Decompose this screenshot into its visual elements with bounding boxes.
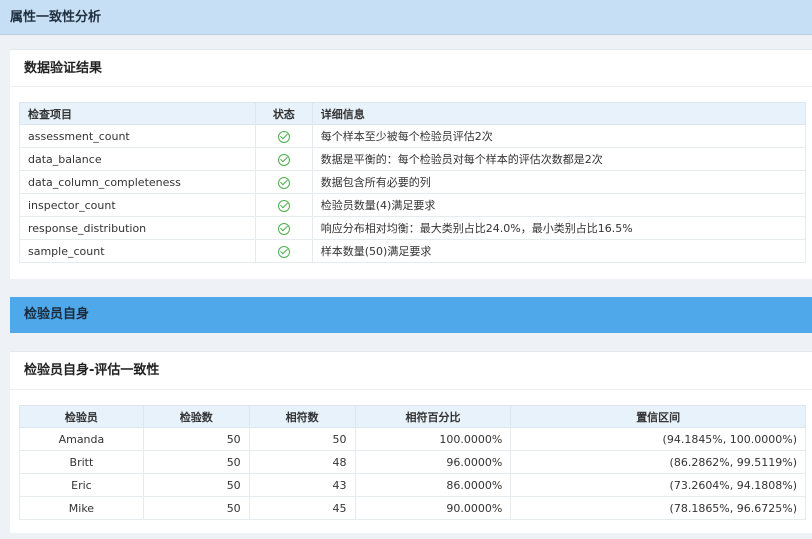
check-item: sample_count <box>19 239 256 263</box>
column-header-count: 检验数 <box>142 405 250 428</box>
column-header-percent: 相符百分比 <box>354 405 512 428</box>
status-cell <box>254 170 313 194</box>
status-cell <box>254 239 313 263</box>
check-item: data_column_completeness <box>19 170 256 194</box>
match-percent: 100.0000% <box>354 427 512 451</box>
table-row: Britt 50 48 96.0000% (86.2862%, 99.5119%… <box>19 450 806 474</box>
check-item: assessment_count <box>19 124 256 148</box>
check-item: response_distribution <box>19 216 256 240</box>
within-agreement-table: 检验员 检验数 相符数 相符百分比 置信区间 Amanda 50 50 100.… <box>19 405 806 520</box>
validation-title: 数据验证结果 <box>10 50 812 87</box>
check-detail: 每个样本至少被每个检验员评估2次 <box>311 124 807 148</box>
status-cell <box>254 124 313 148</box>
column-header-ci: 置信区间 <box>510 405 806 428</box>
column-header-match: 相符数 <box>248 405 356 428</box>
table-row: Amanda 50 50 100.0000% (94.1845%, 100.00… <box>19 427 806 451</box>
check-detail: 样本数量(50)满足要求 <box>311 239 807 263</box>
inspector-name: Amanda <box>19 427 144 451</box>
check-circle-icon <box>277 199 290 212</box>
match-count: 45 <box>248 496 356 520</box>
inspect-count: 50 <box>142 427 250 451</box>
validation-table: 检查项目 状态 详细信息 assessment_count 每个样本至少被每个检… <box>19 102 807 263</box>
table-header-row: 检验员 检验数 相符数 相符百分比 置信区间 <box>19 405 806 428</box>
check-circle-icon <box>277 176 290 189</box>
inspector-name: Britt <box>19 450 144 474</box>
check-detail: 数据是平衡的：每个检验员对每个样本的评估次数都是2次 <box>311 147 807 171</box>
check-circle-icon <box>277 222 290 235</box>
within-agreement-card: 检验员自身-评估一致性 检验员 检验数 相符数 相符百分比 置信区间 Amand… <box>10 351 812 533</box>
within-agreement-title: 检验员自身-评估一致性 <box>10 352 812 390</box>
inspect-count: 50 <box>142 496 250 520</box>
check-detail: 响应分布相对均衡：最大类别占比24.0%，最小类别占比16.5% <box>311 216 807 240</box>
table-row: Eric 50 43 86.0000% (73.2604%, 94.1808%) <box>19 473 806 497</box>
check-circle-icon <box>277 245 290 258</box>
table-row: assessment_count 每个样本至少被每个检验员评估2次 <box>19 124 807 148</box>
inspector-name: Eric <box>19 473 144 497</box>
check-circle-icon <box>277 153 290 166</box>
table-row: Mike 50 45 90.0000% (78.1865%, 96.6725%) <box>19 496 806 520</box>
confidence-interval: (73.2604%, 94.1808%) <box>510 473 806 497</box>
validation-card: 数据验证结果 检查项目 状态 详细信息 assessment_count 每个样… <box>10 49 812 279</box>
check-detail: 数据包含所有必要的列 <box>311 170 807 194</box>
column-header-inspector: 检验员 <box>19 405 144 428</box>
column-header-detail: 详细信息 <box>311 102 807 125</box>
column-header-status: 状态 <box>254 102 313 125</box>
confidence-interval: (86.2862%, 99.5119%) <box>510 450 806 474</box>
confidence-interval: (94.1845%, 100.0000%) <box>510 427 806 451</box>
match-percent: 96.0000% <box>354 450 512 474</box>
match-count: 50 <box>248 427 356 451</box>
match-percent: 90.0000% <box>354 496 512 520</box>
section-banner-inspector-self: 检验员自身 <box>10 297 812 333</box>
match-count: 43 <box>248 473 356 497</box>
match-percent: 86.0000% <box>354 473 512 497</box>
status-cell <box>254 147 313 171</box>
match-count: 48 <box>248 450 356 474</box>
check-item: data_balance <box>19 147 256 171</box>
check-item: inspector_count <box>19 193 256 217</box>
table-row: response_distribution 响应分布相对均衡：最大类别占比24.… <box>19 216 807 240</box>
table-row: inspector_count 检验员数量(4)满足要求 <box>19 193 807 217</box>
status-cell <box>254 193 313 217</box>
status-cell <box>254 216 313 240</box>
check-detail: 检验员数量(4)满足要求 <box>311 193 807 217</box>
page-title: 属性一致性分析 <box>0 0 812 35</box>
check-circle-icon <box>277 130 290 143</box>
inspector-name: Mike <box>19 496 144 520</box>
table-row: data_column_completeness 数据包含所有必要的列 <box>19 170 807 194</box>
confidence-interval: (78.1865%, 96.6725%) <box>510 496 806 520</box>
table-row: data_balance 数据是平衡的：每个检验员对每个样本的评估次数都是2次 <box>19 147 807 171</box>
inspect-count: 50 <box>142 450 250 474</box>
column-header-item: 检查项目 <box>19 102 256 125</box>
table-row: sample_count 样本数量(50)满足要求 <box>19 239 807 263</box>
table-header-row: 检查项目 状态 详细信息 <box>19 102 807 125</box>
inspect-count: 50 <box>142 473 250 497</box>
